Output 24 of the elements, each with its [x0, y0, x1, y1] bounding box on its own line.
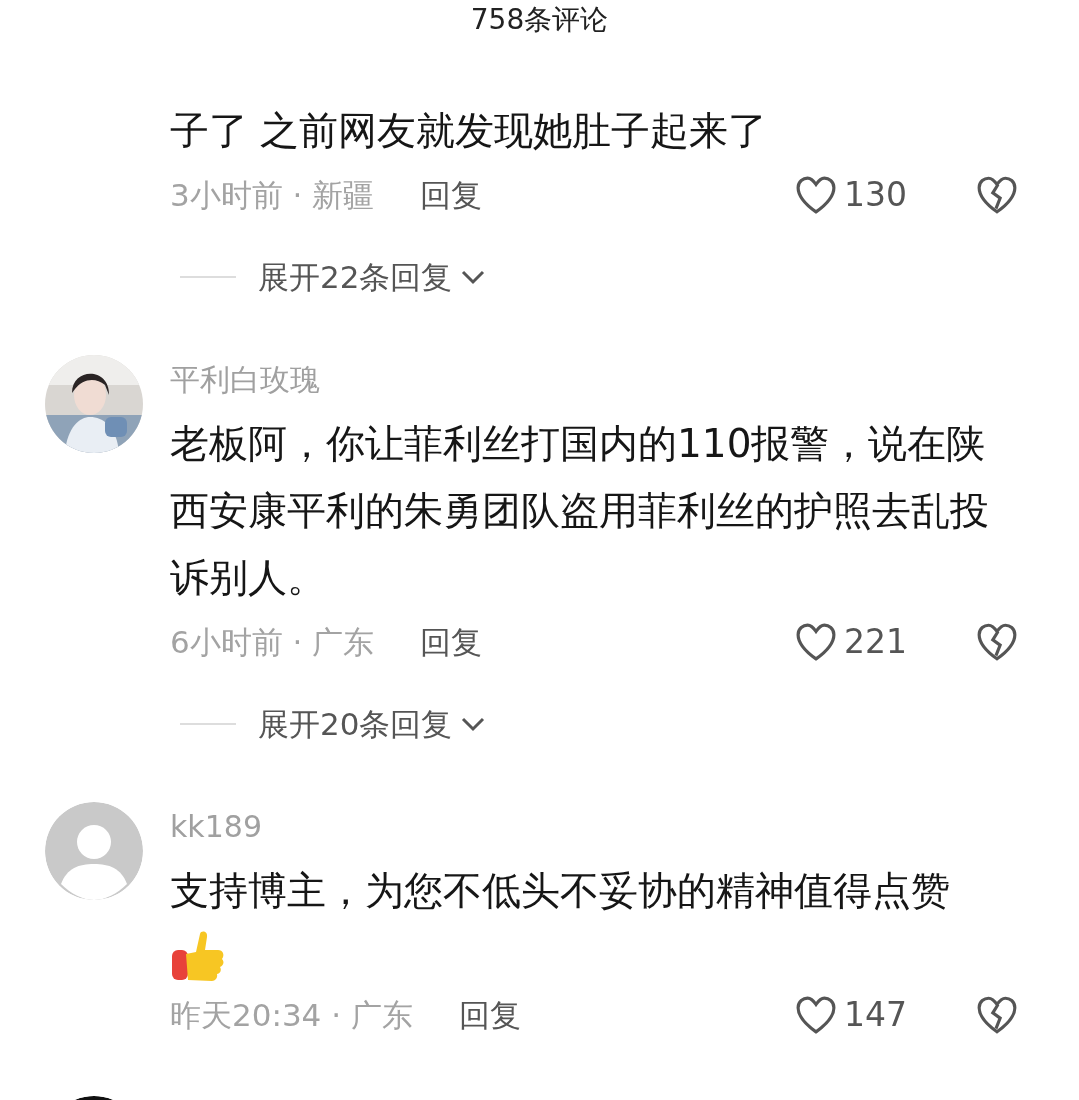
- broken-heart-icon[interactable]: [976, 995, 1018, 1035]
- reply-link[interactable]: 回复: [420, 171, 483, 219]
- expand-replies-link[interactable]: 展开20条回复: [258, 700, 453, 748]
- comment-text: 子了 之前网友就发现她肚子起来了: [170, 107, 769, 155]
- timestamp-location: 6小时前 · 广东: [170, 622, 375, 662]
- avatar-icon: [45, 802, 143, 900]
- reply-link[interactable]: 回复: [458, 991, 521, 1039]
- reply-link[interactable]: 回复: [420, 618, 483, 666]
- chevron-down-icon[interactable]: [460, 716, 487, 732]
- timestamp-location: 昨天20:34 · 广东: [170, 995, 413, 1035]
- like-count: 147: [844, 994, 908, 1037]
- chevron-down-icon[interactable]: [460, 269, 487, 285]
- expand-replies-link[interactable]: 展开22条回复: [258, 253, 453, 301]
- like-count: 130: [844, 174, 908, 217]
- comment-text: 老板阿，你让菲利丝打国内的110报警，说在陕西安康平利的朱勇团队盗用菲利丝的护照去乱投诉别人。: [170, 420, 990, 602]
- broken-heart-icon[interactable]: [976, 622, 1018, 662]
- timestamp-location: 3小时前 · 新疆: [170, 175, 375, 215]
- comment-text: 支持博主，为您不低头不妥协的精神值得点赞: [170, 867, 951, 915]
- like-count: 221: [844, 621, 908, 664]
- comments-count-title: 758条评论: [470, 2, 609, 38]
- heart-icon[interactable]: [794, 622, 838, 662]
- heart-icon[interactable]: [794, 995, 838, 1035]
- heart-icon[interactable]: [794, 175, 838, 215]
- broken-heart-icon[interactable]: [976, 175, 1018, 215]
